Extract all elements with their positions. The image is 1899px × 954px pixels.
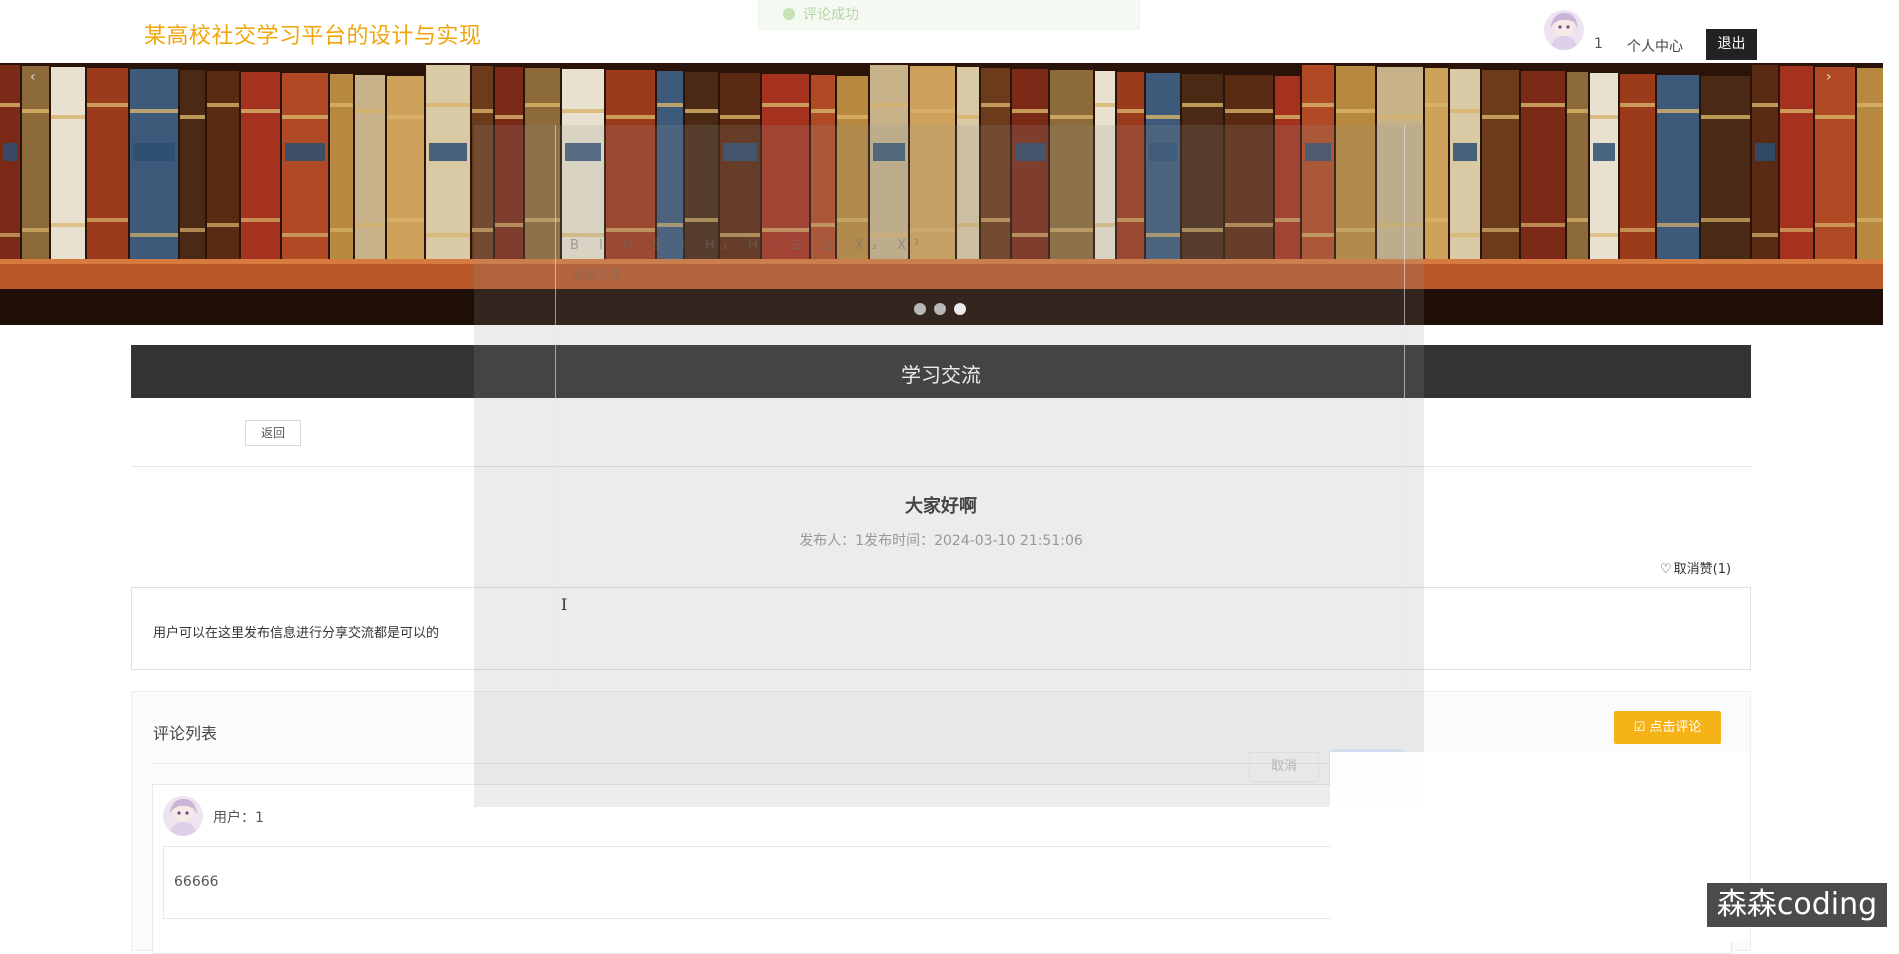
edit-icon: ☑ (1633, 720, 1650, 735)
carousel-next-icon[interactable]: › (1826, 69, 1832, 85)
success-icon (783, 8, 795, 20)
post-content: 用户可以在这里发布信息进行分享交流都是可以的 (153, 626, 440, 641)
logout-button[interactable]: 退出 (1706, 29, 1757, 60)
unlike-label: 取消赞(1) (1673, 562, 1732, 577)
back-button[interactable]: 返回 (245, 420, 301, 446)
editor-toolbar[interactable]: B I U S Ⅰ H₁ H₂ ☰ ☰ X₂ X² (570, 238, 927, 253)
modal-cancel-button[interactable]: 取消 (1249, 752, 1319, 782)
heart-icon: ♡ (1660, 562, 1672, 577)
modal-panel (1330, 752, 1750, 942)
avatar (163, 796, 203, 836)
comment-text: 66666 (174, 874, 219, 890)
avatar[interactable] (1544, 10, 1584, 50)
carousel-prev-icon[interactable]: ‹ (30, 69, 36, 85)
comment-user: 用户：1 (213, 810, 264, 826)
unlike-button[interactable]: ♡ 取消赞(1) (1660, 558, 1731, 577)
site-title[interactable]: 某高校社交学习平台的设计与实现 (144, 18, 482, 50)
comment-list-title: 评论列表 (153, 724, 218, 743)
add-comment-button[interactable]: ☑ 点击评论 (1614, 711, 1721, 744)
modal-dialog (555, 125, 1405, 687)
watermark: 森森coding (1707, 883, 1887, 927)
add-comment-label: 点击评论 (1649, 720, 1702, 735)
personal-center-link[interactable]: 个人中心 (1627, 36, 1683, 56)
top-bar: 某高校社交学习平台的设计与实现 评论成功 1 个人中心 退出 (0, 0, 1899, 63)
text-cursor-icon: I (561, 595, 568, 614)
success-toast: 评论成功 (758, 0, 1140, 30)
toast-text: 评论成功 (803, 7, 859, 23)
user-number: 1 (1594, 36, 1603, 52)
editor-font-select[interactable]: 标准字体 (573, 266, 621, 283)
